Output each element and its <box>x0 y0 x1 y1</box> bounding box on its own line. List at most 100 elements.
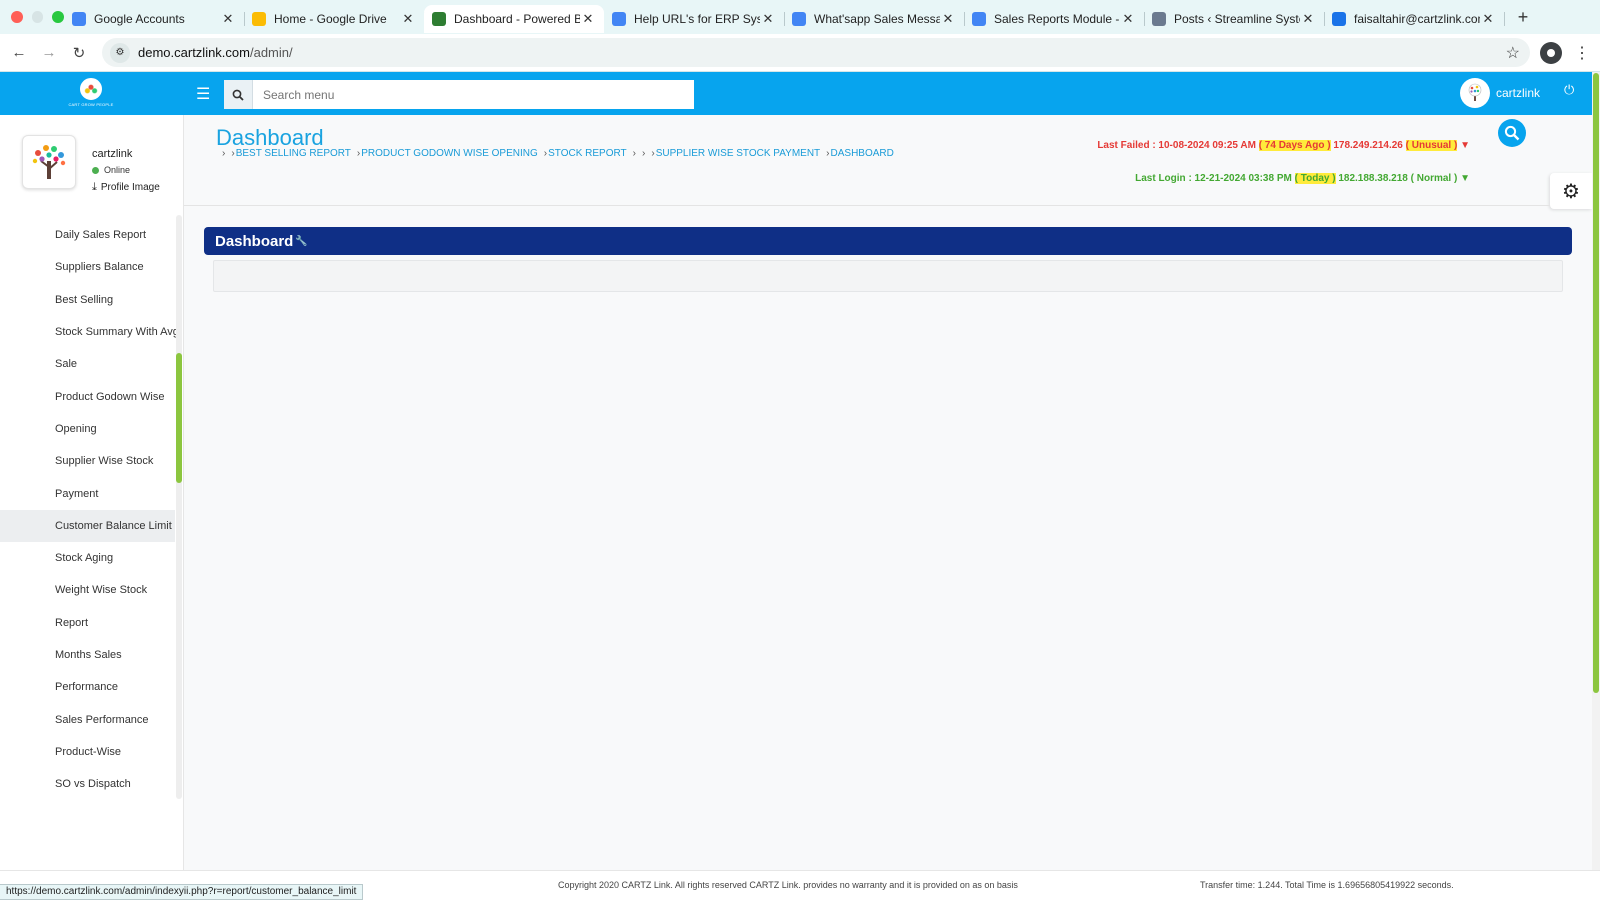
sidebar-item-label: Supplier Wise Stock <box>55 455 154 468</box>
close-tab-icon[interactable]: ✕ <box>1480 11 1496 27</box>
profile-image-link[interactable]: ⤓ Profile Image <box>92 181 160 194</box>
sidebar-menu-item[interactable]: Daily Sales Report <box>0 219 175 251</box>
power-logout-icon[interactable]: ⏻ <box>1564 82 1574 98</box>
cartzlink-favicon <box>432 12 446 26</box>
browser-tab[interactable]: Dashboard - Powered By ✕ <box>424 5 604 33</box>
breadcrumb-link[interactable]: Stock Report <box>548 148 627 159</box>
sidebar-item-label: Product-Wise <box>55 745 122 758</box>
sidebar-menu-item[interactable]: Product-Wise <box>0 736 175 768</box>
sidebar-item-label: Product Godown Wise <box>55 390 165 403</box>
site-info-icon[interactable]: ⚙ <box>110 42 130 63</box>
profile-image-label: Profile Image <box>100 182 160 193</box>
browser-tab[interactable]: Home - Google Drive ✕ <box>244 5 425 33</box>
sidebar-item-label: Suppliers Balance <box>55 261 144 274</box>
browser-tab[interactable]: Sales Reports Module - G ✕ <box>964 5 1145 33</box>
browser-tab-title: faisaltahir@cartzlink.com <box>1354 12 1480 26</box>
browser-tab[interactable]: Posts ‹ Streamline Syster ✕ <box>1144 5 1325 33</box>
browser-tab[interactable]: Help URL's for ERP Syste ✕ <box>604 5 785 33</box>
wrench-icon[interactable]: 🔧 <box>295 236 307 247</box>
browser-tab-title: Google Accounts <box>94 12 185 26</box>
close-tab-icon[interactable]: ✕ <box>760 11 776 27</box>
last-failed-ip: 178.249.214.26 <box>1333 140 1403 151</box>
url-text[interactable]: demo.cartzlink.com/admin/ <box>138 45 293 60</box>
browser-tab[interactable]: faisaltahir@cartzlink.com ✕ <box>1324 5 1505 33</box>
sidebar-menu-item[interactable]: Performance <box>0 671 175 703</box>
close-window-button[interactable] <box>11 11 23 23</box>
sidebar-menu-item[interactable]: Customer Balance Limit <box>0 509 175 542</box>
dashboard-panel-title: Dashboard <box>215 232 294 250</box>
sidebar-menu-item[interactable]: SO vs Dispatch <box>0 768 175 800</box>
minimize-window-button[interactable] <box>31 11 44 23</box>
close-tab-icon[interactable]: ✕ <box>1120 11 1136 27</box>
search-menu-input[interactable] <box>253 80 694 109</box>
user-avatar <box>1460 78 1490 108</box>
sidebar-menu-item[interactable]: Months Sales <box>0 639 175 671</box>
sidebar-menu-item[interactable]: Sale <box>0 348 175 380</box>
sidebar-menu-item[interactable]: Stock Summary With Avg <box>0 316 179 348</box>
forward-arrow-icon[interactable]: → <box>34 44 64 61</box>
breadcrumb-link[interactable]: Supplier Wise Stock Payment <box>656 148 820 159</box>
sidebar-menu-item[interactable]: Product Godown Wise <box>0 380 175 412</box>
browser-tab[interactable]: What'sapp Sales Messag ✕ <box>784 5 965 33</box>
sidebar-item-label: SO vs Dispatch <box>55 778 131 791</box>
google-docs-icon <box>972 12 986 26</box>
cartzlink-logo[interactable]: CART GROW PEOPLE <box>66 78 116 110</box>
dashboard-panel-body <box>213 260 1563 292</box>
tab-separator <box>1504 12 1505 26</box>
zoom-window-button[interactable] <box>52 11 65 23</box>
mail-icon <box>1332 12 1346 26</box>
sidebar-scrollbar-thumb[interactable] <box>176 353 182 483</box>
transfer-time-text: Transfer time: 1.244. Total Time is 1.69… <box>1200 880 1454 890</box>
browser-menu-icon[interactable]: ⋮ <box>1574 43 1590 63</box>
url-omnibox[interactable]: ⚙ demo.cartzlink.com/admin/ ☆ <box>102 38 1530 67</box>
sidebar-item-label: Sales Performance <box>55 713 149 726</box>
global-search-button[interactable] <box>1498 119 1526 147</box>
close-tab-icon[interactable]: ✕ <box>940 11 956 27</box>
sidebar-menu-item[interactable]: Suppliers Balance <box>0 251 175 283</box>
header-divider <box>184 205 1550 206</box>
back-arrow-icon[interactable]: ← <box>4 44 34 61</box>
user-menu[interactable]: cartzlink <box>1460 78 1540 108</box>
sidebar-menu-item[interactable]: Report <box>0 607 175 639</box>
logo-tree-icon <box>80 78 102 100</box>
sidebar-menu-item[interactable]: Weight Wise Stock <box>0 574 175 606</box>
sidebar-menu-item[interactable]: Sales Performance <box>0 703 175 735</box>
sidebar-item-label: Sale <box>55 358 78 371</box>
close-tab-icon[interactable]: ✕ <box>400 11 416 27</box>
page-scrollbar-thumb[interactable] <box>1593 73 1599 693</box>
hamburger-menu-icon[interactable]: ☰ <box>196 84 210 104</box>
settings-gear-icon[interactable]: ⚙ <box>1550 173 1592 209</box>
breadcrumb-chevron-icon: › <box>222 148 226 159</box>
tab-strip: Google Accounts ✕ Home - Google Drive ✕ Dash… <box>64 0 1505 34</box>
sidebar-menu-item[interactable]: Stock Aging <box>0 542 175 574</box>
last-login-ago: ( Today ) <box>1294 173 1336 184</box>
sidebar-scrollbar-track[interactable] <box>176 215 182 799</box>
bookmark-star-icon[interactable]: ☆ <box>1506 43 1520 63</box>
last-login-label: Last Login : 12-21-2024 03:38 PM <box>1135 173 1292 184</box>
breadcrumb-link[interactable]: Best Selling Report <box>236 148 351 159</box>
sidebar-menu-item[interactable]: Payment <box>0 477 175 509</box>
sidebar-menu-item[interactable]: Supplier Wise Stock <box>0 445 175 477</box>
search-icon <box>1504 125 1520 141</box>
logo-caption: CART GROW PEOPLE <box>68 102 114 107</box>
menu-search <box>224 80 694 109</box>
address-bar: ← → ↻ ⚙ demo.cartzlink.com/admin/ ☆ ⋮ <box>0 34 1600 72</box>
reload-icon[interactable]: ↻ <box>64 44 94 62</box>
browser-tab[interactable]: Google Accounts ✕ <box>64 5 245 33</box>
breadcrumb-link[interactable]: Product Godown Wise Opening <box>361 148 538 159</box>
sidebar-item-label: Months Sales <box>55 649 122 661</box>
sidebar-item-label: Best Selling <box>55 293 114 306</box>
search-icon[interactable] <box>224 80 253 109</box>
browser-profile-icon[interactable] <box>1540 42 1562 64</box>
google-drive-icon <box>252 12 266 26</box>
breadcrumb-link[interactable]: Dashboard <box>831 148 894 159</box>
browser-tab-title: Dashboard - Powered By <box>454 12 580 26</box>
browser-status-url: https://demo.cartzlink.com/admin/indexyi… <box>0 884 364 900</box>
close-tab-icon[interactable]: ✕ <box>220 11 236 27</box>
sidebar-menu-item[interactable]: Opening <box>0 413 175 445</box>
sidebar-menu-item[interactable]: Best Selling <box>0 284 175 316</box>
new-tab-button[interactable]: + <box>1508 7 1538 28</box>
close-tab-icon[interactable]: ✕ <box>580 11 596 27</box>
close-tab-icon[interactable]: ✕ <box>1300 11 1316 27</box>
dashboard-panel-header: Dashboard 🔧 <box>204 227 1572 255</box>
